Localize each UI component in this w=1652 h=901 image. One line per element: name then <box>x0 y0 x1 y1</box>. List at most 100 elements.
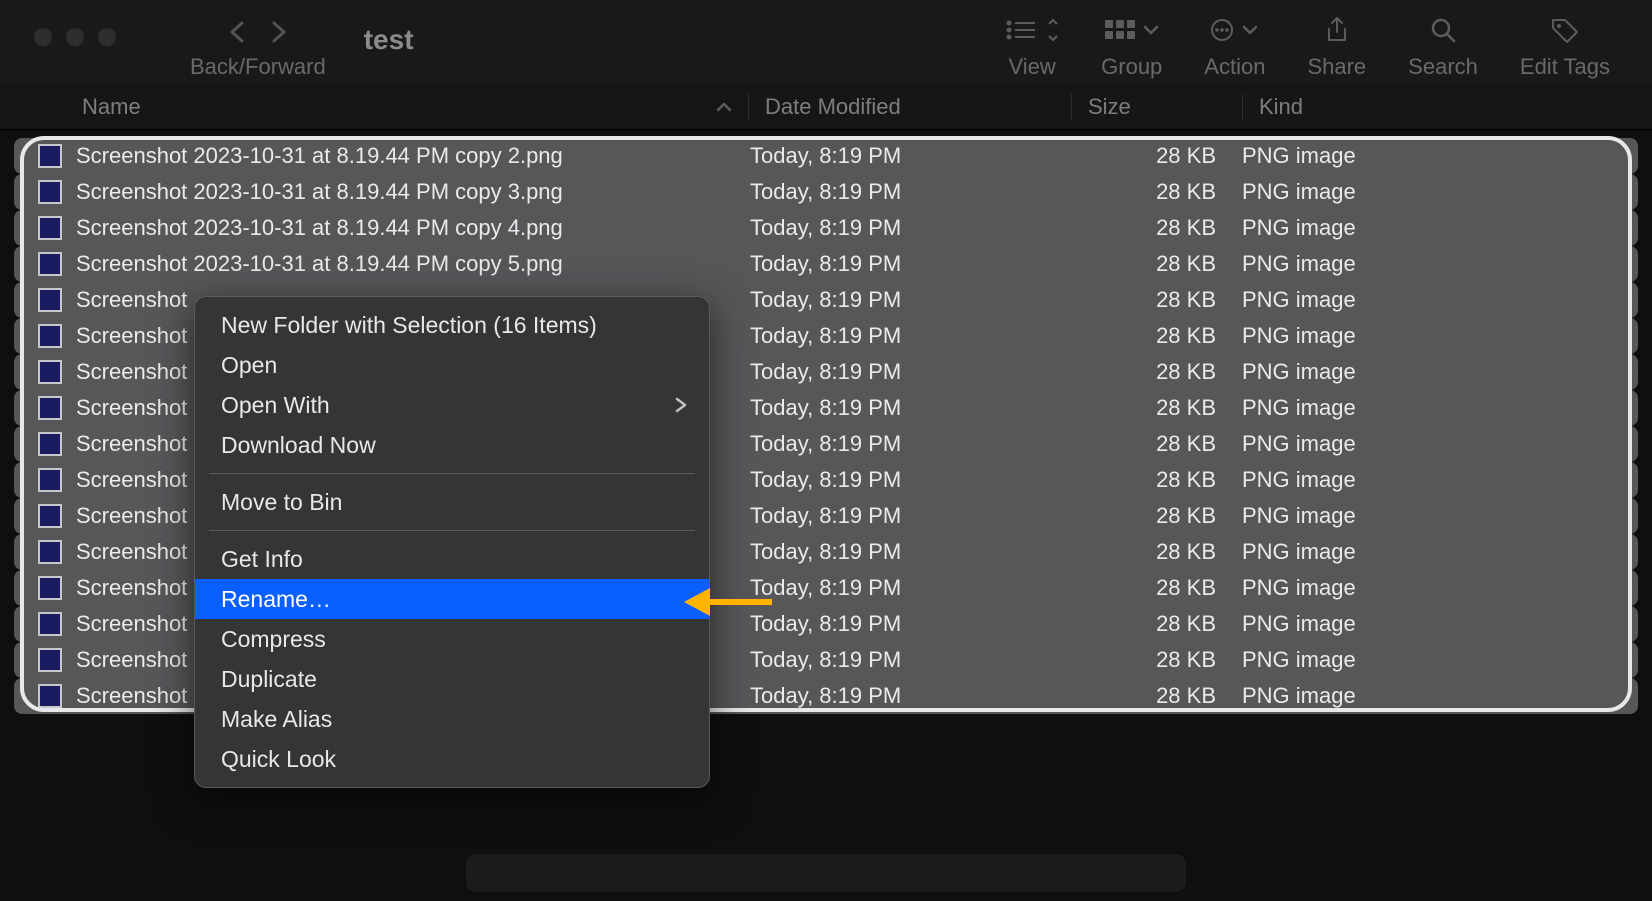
menu-item[interactable]: Open <box>195 345 709 385</box>
toolbar-group[interactable]: Group <box>1101 16 1162 80</box>
menu-item[interactable]: Duplicate <box>195 659 709 699</box>
toolbar-edit-tags[interactable]: Edit Tags <box>1520 16 1610 80</box>
file-size: 28 KB <box>1074 539 1242 565</box>
back-button[interactable] <box>228 20 246 44</box>
menu-item[interactable]: Make Alias <box>195 699 709 739</box>
menu-item[interactable]: Get Info <box>195 539 709 579</box>
png-file-icon <box>38 396 62 420</box>
column-header-size[interactable]: Size <box>1072 94 1242 120</box>
column-headers: Name Date Modified Size Kind <box>0 84 1652 130</box>
toolbar-search[interactable]: Search <box>1408 16 1478 80</box>
forward-button[interactable] <box>270 20 288 44</box>
file-size: 28 KB <box>1074 251 1242 277</box>
toolbar-share[interactable]: Share <box>1307 16 1366 80</box>
file-row[interactable]: Screenshot 2023-10-31 at 8.19.44 PM copy… <box>14 210 1638 246</box>
menu-item-label: Move to Bin <box>221 489 342 516</box>
minimize-window-button[interactable] <box>66 28 84 46</box>
menu-item-label: Download Now <box>221 432 376 459</box>
file-kind: PNG image <box>1242 575 1638 601</box>
menu-item[interactable]: New Folder with Selection (16 Items) <box>195 305 709 345</box>
file-date: Today, 8:19 PM <box>750 251 1074 277</box>
toolbar-view[interactable]: View <box>1005 16 1059 80</box>
file-kind: PNG image <box>1242 467 1638 493</box>
file-size: 28 KB <box>1074 647 1242 673</box>
tag-icon <box>1550 16 1580 44</box>
column-header-date[interactable]: Date Modified <box>749 94 1071 120</box>
file-size: 28 KB <box>1074 179 1242 205</box>
file-date: Today, 8:19 PM <box>750 323 1074 349</box>
menu-item[interactable]: Compress <box>195 619 709 659</box>
menu-item-label: Make Alias <box>221 706 332 733</box>
path-bar[interactable] <box>466 854 1186 892</box>
file-kind: PNG image <box>1242 431 1638 457</box>
menu-separator <box>209 530 695 531</box>
file-kind: PNG image <box>1242 143 1638 169</box>
toolbar-action[interactable]: Action <box>1204 16 1265 80</box>
menu-item-label: Open With <box>221 392 330 419</box>
file-kind: PNG image <box>1242 359 1638 385</box>
file-size: 28 KB <box>1074 395 1242 421</box>
file-kind: PNG image <box>1242 287 1638 313</box>
nav-label: Back/Forward <box>190 54 326 80</box>
file-size: 28 KB <box>1074 323 1242 349</box>
window-title: test <box>364 24 414 56</box>
file-size: 28 KB <box>1074 287 1242 313</box>
menu-separator <box>209 473 695 474</box>
png-file-icon <box>38 468 62 492</box>
file-row[interactable]: Screenshot 2023-10-31 at 8.19.44 PM copy… <box>14 138 1638 174</box>
file-size: 28 KB <box>1074 215 1242 241</box>
group-icon <box>1105 16 1159 44</box>
column-header-name[interactable]: Name <box>0 94 748 120</box>
png-file-icon <box>38 540 62 564</box>
context-menu: New Folder with Selection (16 Items) Open… <box>194 296 710 788</box>
zoom-window-button[interactable] <box>98 28 116 46</box>
file-kind: PNG image <box>1242 539 1638 565</box>
file-size: 28 KB <box>1074 503 1242 529</box>
file-size: 28 KB <box>1074 611 1242 637</box>
png-file-icon <box>38 612 62 636</box>
file-date: Today, 8:19 PM <box>750 539 1074 565</box>
window-controls <box>34 28 116 46</box>
menu-item[interactable]: Download Now <box>195 425 709 465</box>
menu-item-label: New Folder with Selection (16 Items) <box>221 312 597 339</box>
menu-item[interactable]: Move to Bin <box>195 482 709 522</box>
sort-ascending-icon <box>716 101 732 113</box>
file-size: 28 KB <box>1074 683 1242 709</box>
share-icon <box>1323 16 1351 44</box>
file-size: 28 KB <box>1074 143 1242 169</box>
png-file-icon <box>38 216 62 240</box>
file-date: Today, 8:19 PM <box>750 359 1074 385</box>
nav-group: Back/Forward <box>190 10 326 80</box>
file-kind: PNG image <box>1242 395 1638 421</box>
menu-item-label: Rename… <box>221 586 331 613</box>
menu-item[interactable]: Open With <box>195 385 709 425</box>
file-date: Today, 8:19 PM <box>750 611 1074 637</box>
png-file-icon <box>38 288 62 312</box>
file-name: Screenshot 2023-10-31 at 8.19.44 PM copy… <box>76 215 750 241</box>
menu-item-label: Quick Look <box>221 746 336 773</box>
search-icon <box>1429 16 1457 44</box>
menu-item[interactable]: Rename… <box>195 579 709 619</box>
file-date: Today, 8:19 PM <box>750 683 1074 709</box>
png-file-icon <box>38 684 62 708</box>
png-file-icon <box>38 180 62 204</box>
file-date: Today, 8:19 PM <box>750 467 1074 493</box>
list-view-icon <box>1005 16 1059 44</box>
file-size: 28 KB <box>1074 575 1242 601</box>
file-row[interactable]: Screenshot 2023-10-31 at 8.19.44 PM copy… <box>14 174 1638 210</box>
menu-item[interactable]: Quick Look <box>195 739 709 779</box>
close-window-button[interactable] <box>34 28 52 46</box>
file-size: 28 KB <box>1074 359 1242 385</box>
footer <box>0 845 1652 901</box>
file-kind: PNG image <box>1242 215 1638 241</box>
action-icon <box>1208 16 1262 44</box>
png-file-icon <box>38 144 62 168</box>
file-name: Screenshot 2023-10-31 at 8.19.44 PM copy… <box>76 143 750 169</box>
column-header-kind[interactable]: Kind <box>1243 94 1652 120</box>
file-kind: PNG image <box>1242 251 1638 277</box>
file-row[interactable]: Screenshot 2023-10-31 at 8.19.44 PM copy… <box>14 246 1638 282</box>
png-file-icon <box>38 504 62 528</box>
png-file-icon <box>38 252 62 276</box>
toolbar-items: View Group <box>1005 16 1610 80</box>
file-date: Today, 8:19 PM <box>750 215 1074 241</box>
